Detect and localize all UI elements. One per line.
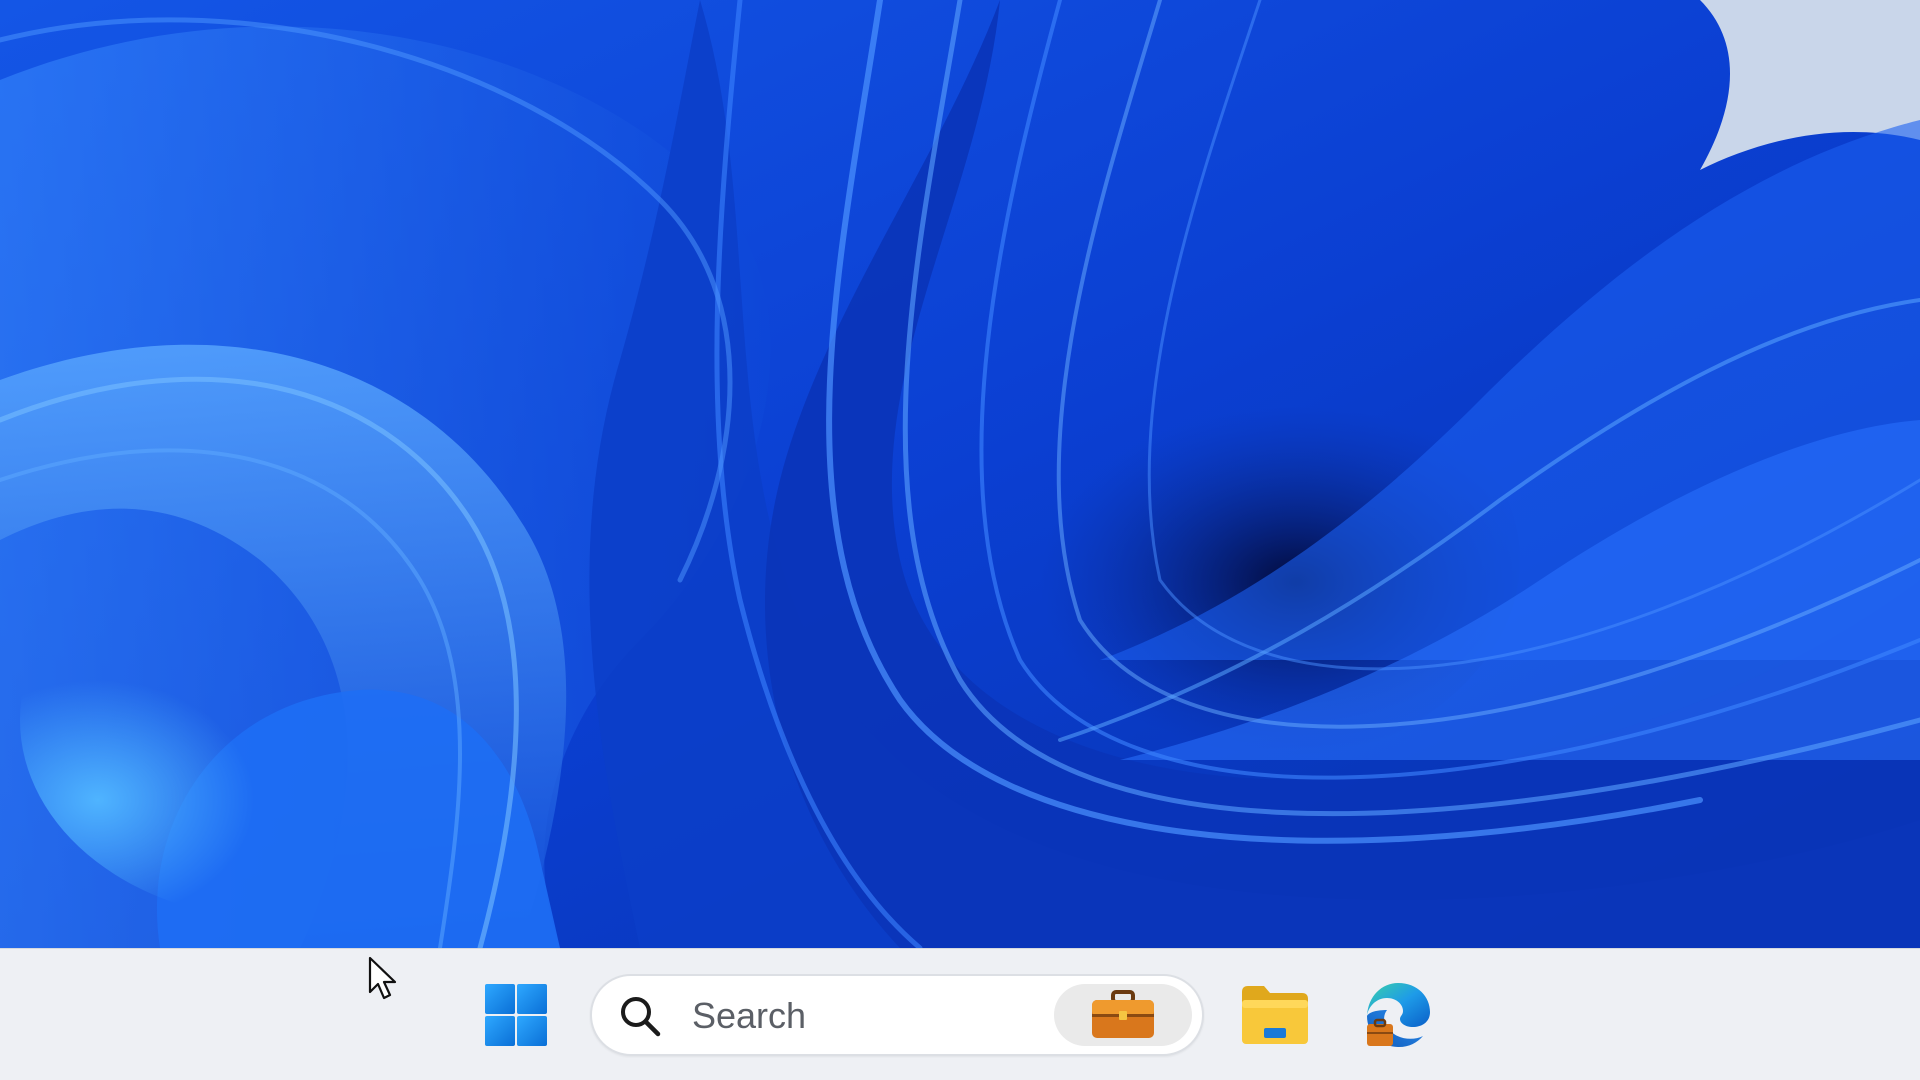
desktop-wallpaper <box>0 0 1920 948</box>
start-button[interactable] <box>476 975 556 1055</box>
search-icon <box>621 997 661 1037</box>
mouse-cursor-icon <box>368 956 397 1000</box>
briefcase-icon <box>1092 990 1154 1038</box>
search-placeholder: Search <box>692 995 807 1036</box>
desktop: Search <box>0 0 1920 1080</box>
search-highlight-button[interactable] <box>1054 984 1192 1046</box>
folder-icon <box>1242 986 1308 1044</box>
taskbar: Search <box>0 948 1920 1080</box>
windows-logo-icon <box>485 984 547 1046</box>
file-explorer-button[interactable] <box>1235 975 1315 1055</box>
taskbar-search-box[interactable]: Search <box>590 974 1204 1056</box>
edge-browser-button[interactable] <box>1358 975 1438 1055</box>
edge-browser-icon <box>1367 983 1430 1047</box>
